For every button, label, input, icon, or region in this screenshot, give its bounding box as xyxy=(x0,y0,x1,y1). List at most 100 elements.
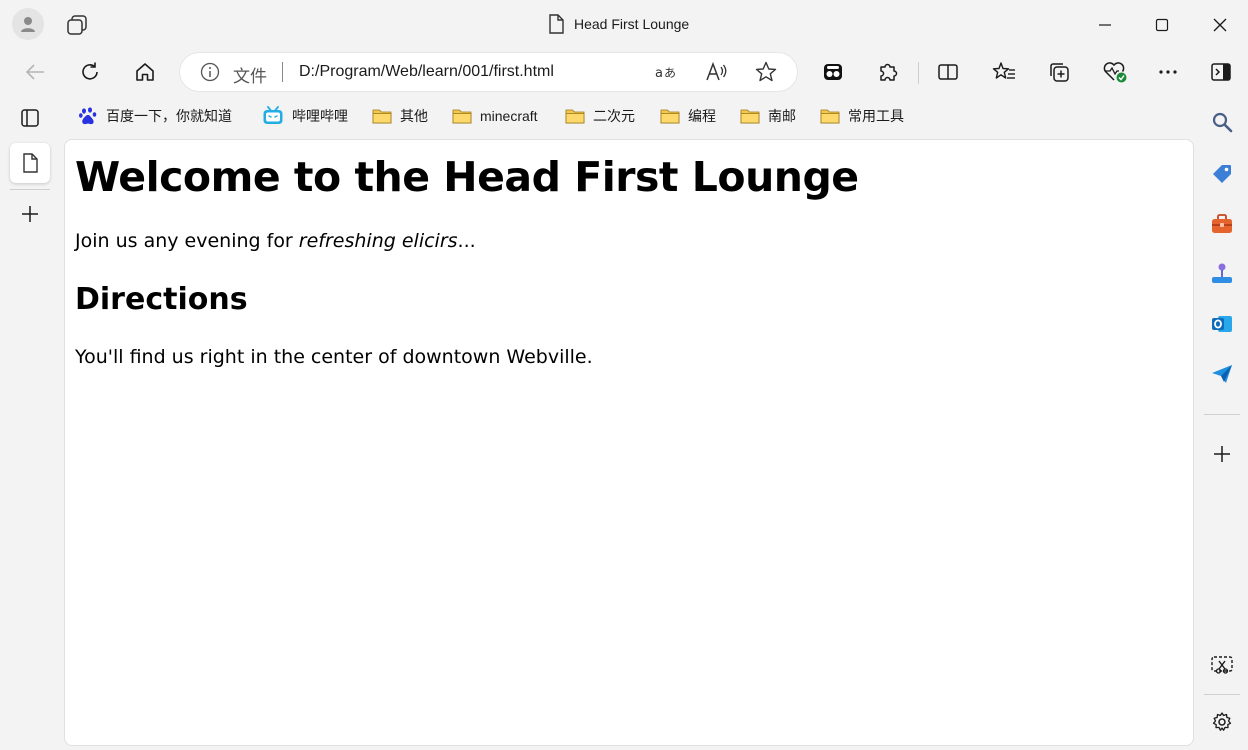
plus-icon xyxy=(1214,446,1230,462)
folder-icon xyxy=(820,109,840,124)
directions-paragraph: You'll find us right in the center of do… xyxy=(75,346,593,368)
page-viewport: Welcome to the Head First Lounge Join us… xyxy=(64,139,1194,746)
favorite-folder-other[interactable]: 其他 xyxy=(372,104,428,128)
favorites-bar: 百度一下，你就知道 哔哩哔哩 其他 minecraft 二次元 编程 南邮 常用… xyxy=(64,100,1194,132)
extensions-button[interactable] xyxy=(872,56,904,88)
outlook-icon xyxy=(1212,316,1232,332)
vertical-tabs-icon xyxy=(21,109,39,127)
sidebar-tools-button[interactable] xyxy=(1206,208,1238,240)
sidebar-games-button[interactable] xyxy=(1206,258,1238,290)
tab-title: Head First Lounge xyxy=(574,16,690,32)
minimize-icon xyxy=(1099,24,1111,26)
read-aloud-button[interactable] xyxy=(702,58,730,86)
baidu-icon xyxy=(79,107,97,125)
translate-button[interactable]: a あ xyxy=(652,58,680,86)
read-aloud-icon xyxy=(706,61,727,81)
collections-button[interactable] xyxy=(1043,56,1075,88)
sidebar-outlook-button[interactable] xyxy=(1206,308,1238,340)
screenshot-button[interactable] xyxy=(1206,649,1238,681)
navigation-toolbar: 文件 D:/Program/Web/learn/001/first.html a… xyxy=(0,48,1248,96)
document-icon xyxy=(549,14,564,34)
star-icon xyxy=(755,61,777,82)
close-button[interactable] xyxy=(1205,10,1235,40)
favorite-folder-njupt[interactable]: 南邮 xyxy=(740,104,796,128)
sidebar-send-button[interactable] xyxy=(1206,358,1238,390)
add-favorite-button[interactable] xyxy=(752,58,780,86)
tabs-divider xyxy=(10,189,50,190)
split-screen-button[interactable] xyxy=(932,56,964,88)
address-divider xyxy=(282,62,283,82)
edge-sidebar xyxy=(1196,96,1248,750)
svg-text:あ: あ xyxy=(664,66,676,80)
svg-text:a: a xyxy=(655,66,663,81)
sidebar-add-button[interactable] xyxy=(1206,438,1238,470)
favorites-button[interactable] xyxy=(988,56,1020,88)
favorite-label: minecraft xyxy=(480,108,538,124)
favorite-label: 哔哩哔哩 xyxy=(292,108,348,124)
tab-actions-icon xyxy=(67,15,87,35)
translate-icon: a あ xyxy=(655,66,676,81)
puzzle-icon xyxy=(880,63,898,81)
folder-icon xyxy=(740,109,760,124)
title-bar: Head First Lounge xyxy=(0,0,1248,48)
favorite-label: 编程 xyxy=(688,108,716,124)
favorite-label: 南邮 xyxy=(768,108,796,124)
intro-paragraph: Join us any evening for refreshing elici… xyxy=(75,230,476,252)
extension-app-icon xyxy=(824,64,842,80)
folder-icon xyxy=(565,109,585,124)
price-tag-icon xyxy=(1213,165,1231,183)
favorite-bilibili[interactable]: 哔哩哔哩 xyxy=(262,104,348,128)
sidebar-bottom-divider xyxy=(1204,694,1240,695)
new-tab-button[interactable] xyxy=(10,194,50,234)
favorite-folder-programming[interactable]: 编程 xyxy=(660,104,716,128)
url-text[interactable]: D:/Program/Web/learn/001/first.html xyxy=(299,63,554,81)
arrow-left-icon xyxy=(25,64,44,80)
browser-essentials-button[interactable] xyxy=(1099,56,1131,88)
toolbox-icon xyxy=(1212,214,1232,233)
person-icon xyxy=(21,17,35,32)
tab-actions-menu-button[interactable] xyxy=(10,98,50,138)
sidebar-toggle-button[interactable] xyxy=(1205,56,1237,88)
favorite-folder-tools[interactable]: 常用工具 xyxy=(820,104,904,128)
sidebar-shopping-button[interactable] xyxy=(1206,158,1238,190)
paper-plane-icon xyxy=(1212,365,1232,383)
vertical-tab-head-first-lounge[interactable] xyxy=(10,143,50,183)
maximize-button[interactable] xyxy=(1147,10,1177,40)
sidebar-settings-button[interactable] xyxy=(1206,706,1238,738)
active-tab[interactable]: Head First Lounge xyxy=(548,13,689,35)
joystick-icon xyxy=(1212,263,1232,283)
favorite-label: 百度一下，你就知道 xyxy=(106,108,232,124)
refresh-button[interactable] xyxy=(74,56,106,88)
screenshot-icon xyxy=(1211,656,1233,674)
scheme-label: 文件 xyxy=(233,67,267,86)
refresh-icon xyxy=(82,62,98,80)
gear-icon xyxy=(1212,712,1232,731)
bilibili-icon xyxy=(263,106,283,124)
favorite-label: 其他 xyxy=(400,108,428,124)
split-screen-icon xyxy=(938,64,958,80)
tab-actions-button[interactable] xyxy=(64,12,90,38)
sidebar-divider xyxy=(1204,414,1240,415)
folder-icon xyxy=(452,109,472,124)
plus-icon xyxy=(22,206,38,222)
back-button[interactable] xyxy=(19,56,51,88)
collections-icon xyxy=(1050,63,1069,82)
intro-suffix: ... xyxy=(457,230,476,252)
profile-avatar[interactable] xyxy=(12,8,44,40)
favorite-label: 二次元 xyxy=(593,108,635,124)
more-options-button[interactable] xyxy=(1152,56,1184,88)
folder-icon xyxy=(660,109,680,124)
info-icon[interactable] xyxy=(200,62,220,82)
home-button[interactable] xyxy=(129,56,161,88)
favorite-folder-minecraft[interactable]: minecraft xyxy=(452,104,538,128)
extension-button[interactable] xyxy=(817,56,849,88)
address-bar[interactable]: 文件 D:/Program/Web/learn/001/first.html a… xyxy=(180,53,797,91)
folder-icon xyxy=(372,109,392,124)
sidebar-search-button[interactable] xyxy=(1206,106,1238,138)
favorite-folder-anime[interactable]: 二次元 xyxy=(565,104,635,128)
favorites-list-icon xyxy=(992,62,1015,79)
minimize-button[interactable] xyxy=(1090,10,1120,40)
maximize-icon xyxy=(1155,18,1169,32)
heart-pulse-icon xyxy=(1103,62,1127,83)
favorite-baidu[interactable]: 百度一下，你就知道 xyxy=(78,104,232,128)
